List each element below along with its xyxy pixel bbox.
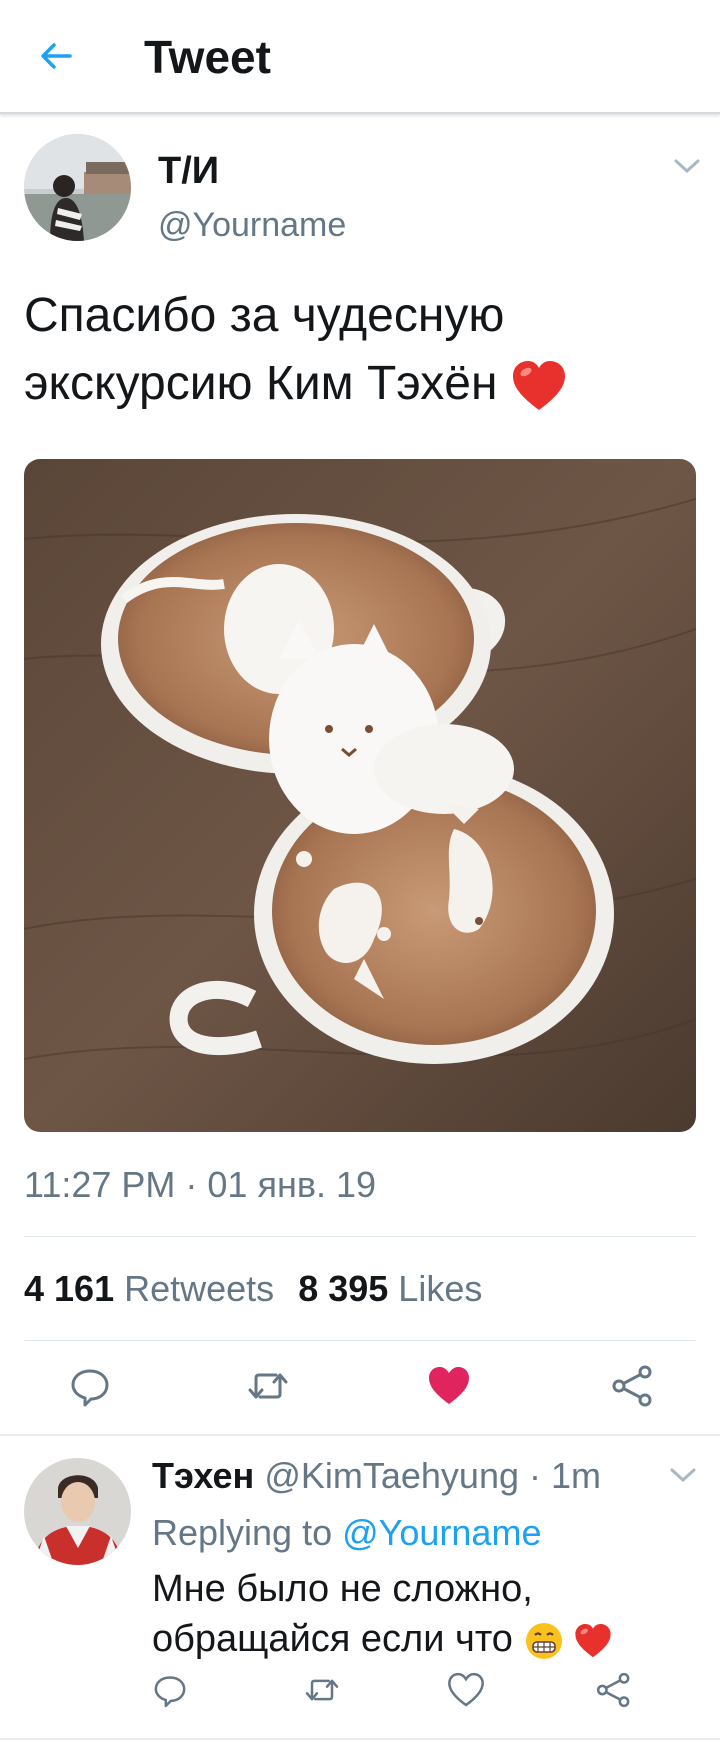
chevron-down-icon[interactable] <box>668 1465 698 1485</box>
back-button[interactable] <box>34 34 78 78</box>
share-icon <box>612 1365 652 1407</box>
author-handle[interactable]: @Yourname <box>158 206 346 245</box>
author-avatar[interactable] <box>24 134 131 241</box>
reply-reply-button[interactable] <box>150 1670 190 1710</box>
chevron-down-icon[interactable] <box>672 156 702 176</box>
reply-text: Мне было не сложно, обращайся если что <box>152 1564 672 1664</box>
divider <box>0 1738 720 1740</box>
grinning-face-emoji <box>525 1622 562 1659</box>
reply-author-handle[interactable]: @KimTaehyung <box>264 1455 519 1496</box>
likes-label: Likes <box>398 1268 483 1309</box>
reply-time: 1m <box>551 1455 602 1496</box>
tweet-text: Спасибо за чудесную экскурсию Ким Тэхён <box>24 282 684 418</box>
reply-icon <box>154 1676 186 1708</box>
share-button[interactable] <box>609 1362 657 1410</box>
latte-art-photo <box>24 459 696 1132</box>
heart-emoji <box>575 1624 611 1658</box>
retweet-button[interactable] <box>244 1362 292 1410</box>
page-title: Tweet <box>144 31 271 83</box>
reply-retweet-button[interactable] <box>302 1670 342 1710</box>
replying-to-label: Replying to <box>152 1512 333 1553</box>
tweet-stats: 4 161 Retweets 8 395 Likes <box>24 1268 482 1310</box>
divider <box>24 1340 696 1341</box>
reply-icon <box>71 1369 109 1407</box>
retweet-icon <box>305 1679 339 1701</box>
share-icon <box>596 1672 630 1708</box>
reply-header: Тэхен @KimTaehyung · 1m <box>152 1455 601 1497</box>
reply-button[interactable] <box>66 1362 114 1410</box>
divider <box>24 1236 696 1237</box>
tweet-text-content: Спасибо за чудесную экскурсию Ким Тэхён <box>24 289 505 410</box>
reply-author-avatar[interactable] <box>24 1458 131 1565</box>
like-filled-icon <box>429 1367 469 1404</box>
likes-stat[interactable]: 8 395 Likes <box>298 1268 482 1309</box>
replying-to: Replying to @Yourname <box>152 1512 541 1554</box>
divider <box>0 1434 720 1436</box>
reply-time-separator: · <box>529 1455 541 1496</box>
reply-text-line: обращайся если что <box>152 1618 513 1660</box>
reply-text-line-2: обращайся если что <box>152 1614 672 1664</box>
top-bar: Tweet <box>0 0 720 114</box>
heart-emoji <box>512 361 565 411</box>
reply-share-button[interactable] <box>594 1670 634 1710</box>
retweets-stat[interactable]: 4 161 Retweets <box>24 1268 274 1309</box>
reply-author-name[interactable]: Тэхен <box>152 1455 254 1496</box>
reply-text-line: Мне было не сложно, <box>152 1568 533 1610</box>
arrow-left-icon <box>41 43 72 69</box>
tweet-timestamp: 11:27 PM · 01 янв. 19 <box>24 1164 377 1205</box>
retweet-icon <box>248 1373 288 1399</box>
retweets-count: 4 161 <box>24 1268 115 1309</box>
avatar-photo <box>24 134 131 241</box>
likes-count: 8 395 <box>298 1268 389 1309</box>
like-button[interactable] <box>425 1362 473 1410</box>
replying-to-handle-link[interactable]: @Yourname <box>342 1512 541 1553</box>
author-name[interactable]: Т/И <box>158 150 219 193</box>
tweet-media-image[interactable] <box>24 459 696 1132</box>
retweets-label: Retweets <box>124 1268 275 1309</box>
avatar-photo <box>24 1458 131 1565</box>
reply-like-button[interactable] <box>446 1670 486 1710</box>
heart-outline-icon <box>448 1672 484 1707</box>
